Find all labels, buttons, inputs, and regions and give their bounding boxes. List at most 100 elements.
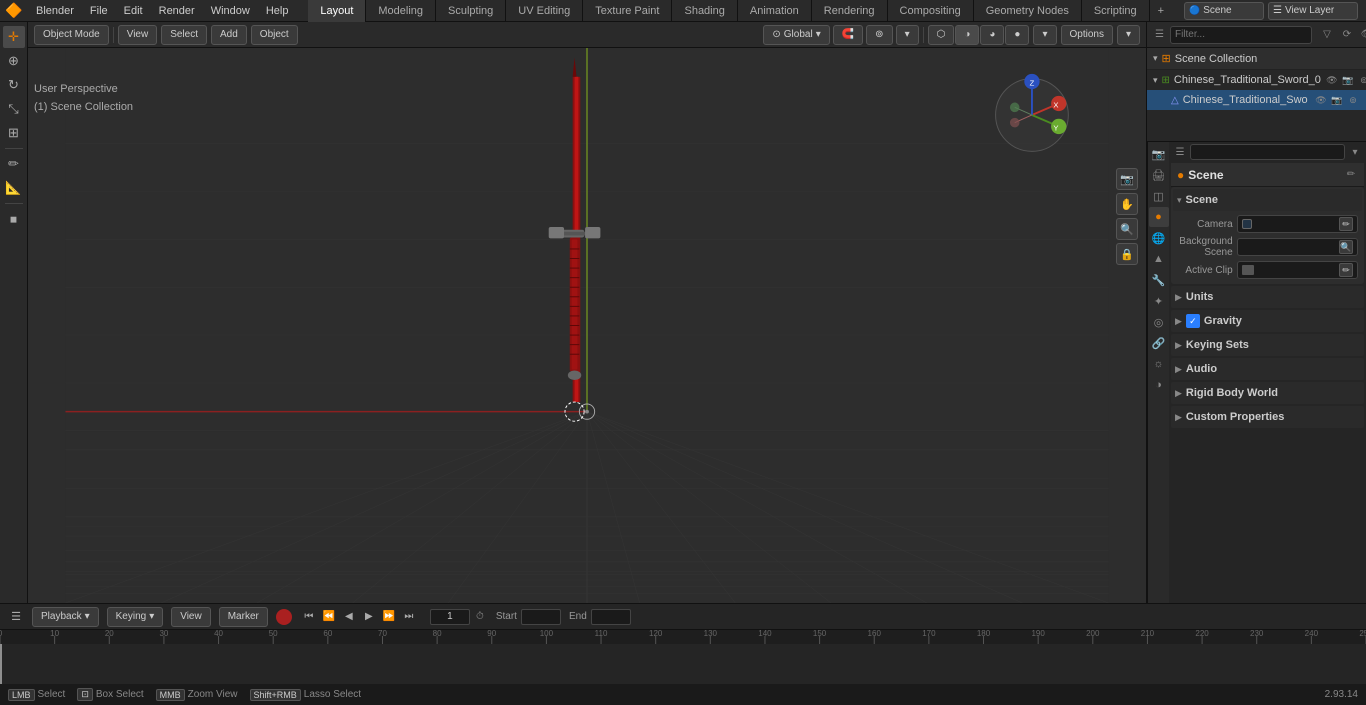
tool-add-cube[interactable]: ◼ bbox=[3, 208, 25, 230]
outliner-sync-btn[interactable]: ⟳ bbox=[1338, 26, 1356, 44]
rigid-body-header[interactable]: ▶ Rigid Body World bbox=[1171, 382, 1364, 404]
options-arrow-button[interactable]: ▾ bbox=[1117, 25, 1140, 45]
eye-btn-1[interactable]: 👁 bbox=[1314, 93, 1328, 107]
gravity-checkbox[interactable]: ✓ bbox=[1186, 314, 1200, 328]
solid-shading-button[interactable]: ◑ bbox=[955, 25, 979, 45]
view-layer-selector[interactable]: ☰ View Layer bbox=[1268, 2, 1358, 20]
props-nav-material[interactable]: ◑ bbox=[1149, 375, 1169, 395]
scene-collection-root[interactable]: ▾ ⊞ Scene Collection bbox=[1147, 48, 1366, 70]
scene-selector[interactable]: 🔵 Scene bbox=[1184, 2, 1264, 20]
tool-transform[interactable]: ⊞ bbox=[3, 122, 25, 144]
tool-rotate[interactable]: ↻ bbox=[3, 74, 25, 96]
tab-animation[interactable]: Animation bbox=[738, 0, 812, 24]
props-nav-render[interactable]: 📷 bbox=[1149, 144, 1169, 164]
menu-file[interactable]: File bbox=[82, 0, 116, 22]
tab-texture-paint[interactable]: Texture Paint bbox=[583, 0, 672, 24]
custom-props-header[interactable]: ▶ Custom Properties bbox=[1171, 406, 1364, 428]
menu-help[interactable]: Help bbox=[258, 0, 297, 22]
marker-btn[interactable]: Marker bbox=[219, 607, 268, 627]
background-scene-search-btn[interactable]: 🔍 bbox=[1339, 240, 1353, 254]
tab-modeling[interactable]: Modeling bbox=[366, 0, 436, 24]
play-btn[interactable]: ▶ bbox=[360, 608, 378, 626]
camera-edit-btn[interactable]: ✏ bbox=[1339, 217, 1353, 231]
outliner-item-sword-mesh[interactable]: △ Chinese_Traditional_Swo 👁 📷 ⊚ bbox=[1147, 90, 1366, 110]
shading-options-button[interactable]: ▾ bbox=[1033, 25, 1056, 45]
outliner-search[interactable] bbox=[1170, 26, 1312, 44]
add-menu-button[interactable]: Add bbox=[211, 25, 247, 45]
render-btn-0[interactable]: ⊚ bbox=[1357, 73, 1366, 87]
background-scene-value[interactable]: 🔍 bbox=[1237, 238, 1358, 256]
timeline-menu-btn[interactable]: ☰ bbox=[8, 609, 24, 625]
tab-uv-editing[interactable]: UV Editing bbox=[506, 0, 583, 24]
props-nav-modifiers[interactable]: 🔧 bbox=[1149, 270, 1169, 290]
tool-measure[interactable]: 📐 bbox=[3, 177, 25, 199]
transform-pivot-button[interactable]: ⊙ Global ▾ bbox=[763, 25, 829, 45]
viewport-camera-btn[interactable]: 📷 bbox=[1116, 168, 1138, 190]
props-options-icon[interactable]: ▾ bbox=[1348, 145, 1362, 159]
play-back-btn[interactable]: ◀ bbox=[340, 608, 358, 626]
keying-btn[interactable]: Keying▾ bbox=[107, 607, 164, 627]
tab-scripting[interactable]: Scripting bbox=[1082, 0, 1150, 24]
viewport-lock-btn[interactable]: 🔒 bbox=[1116, 243, 1138, 265]
scene-section-header[interactable]: ● Scene ✏ bbox=[1171, 163, 1364, 187]
proportional-edit-type[interactable]: ▾ bbox=[896, 25, 919, 45]
units-section-header[interactable]: ▶ Units bbox=[1171, 286, 1364, 308]
object-menu-button[interactable]: Object bbox=[251, 25, 298, 45]
menu-window[interactable]: Window bbox=[203, 0, 258, 22]
start-frame-input[interactable]: 1 bbox=[521, 609, 561, 625]
jump-end-btn[interactable]: ⏭ bbox=[400, 608, 418, 626]
camera-btn-1[interactable]: 📷 bbox=[1330, 93, 1344, 107]
timeline-track[interactable] bbox=[0, 644, 1366, 684]
outliner-filter-btn[interactable]: ▽ bbox=[1318, 26, 1336, 44]
tool-annotate[interactable]: ✏ bbox=[3, 153, 25, 175]
tab-shading[interactable]: Shading bbox=[672, 0, 737, 24]
props-nav-output[interactable]: 🖨 bbox=[1149, 165, 1169, 185]
wireframe-shading-button[interactable]: ⬡ bbox=[928, 25, 955, 45]
scene-subsection-header[interactable]: ▾ Scene bbox=[1173, 189, 1362, 211]
tool-move[interactable]: ⊕ bbox=[3, 50, 25, 72]
camera-value[interactable]: ✏ bbox=[1237, 215, 1358, 233]
viewport-canvas[interactable]: X Y Z User Perspecti bbox=[28, 48, 1146, 603]
viewport-3d[interactable]: Object Mode View Select Add Object ⊙ Glo… bbox=[28, 22, 1146, 603]
viewport-zoom-btn[interactable]: 🔍 bbox=[1116, 218, 1138, 240]
end-frame-input[interactable]: 250 bbox=[591, 609, 631, 625]
view-menu-button[interactable]: View bbox=[118, 25, 158, 45]
tab-sculpting[interactable]: Sculpting bbox=[436, 0, 506, 24]
select-menu-button[interactable]: Select bbox=[161, 25, 207, 45]
options-button[interactable]: Options bbox=[1061, 25, 1113, 45]
tool-cursor[interactable]: ✛ bbox=[3, 26, 25, 48]
object-mode-button[interactable]: Object Mode bbox=[34, 25, 109, 45]
props-nav-world[interactable]: 🌐 bbox=[1149, 228, 1169, 248]
active-clip-edit-btn[interactable]: ✏ bbox=[1339, 263, 1353, 277]
props-nav-object[interactable]: ▲ bbox=[1149, 249, 1169, 269]
keying-sets-header[interactable]: ▶ Keying Sets bbox=[1171, 334, 1364, 356]
outliner-hide-btn[interactable]: 👁 bbox=[1358, 26, 1366, 44]
gravity-section-header[interactable]: ▶ ✓ Gravity bbox=[1171, 310, 1364, 332]
tab-geometry-nodes[interactable]: Geometry Nodes bbox=[974, 0, 1082, 24]
props-nav-constraints[interactable]: 🔗 bbox=[1149, 333, 1169, 353]
camera-btn-0[interactable]: 📷 bbox=[1341, 73, 1355, 87]
jump-start-btn[interactable]: ⏮ bbox=[300, 608, 318, 626]
props-nav-particles[interactable]: ✦ bbox=[1149, 291, 1169, 311]
render-btn-1[interactable]: ⊚ bbox=[1346, 93, 1360, 107]
tab-rendering[interactable]: Rendering bbox=[812, 0, 888, 24]
active-clip-value[interactable]: ✏ bbox=[1237, 261, 1358, 279]
current-frame-input[interactable]: 1 bbox=[430, 609, 470, 625]
props-nav-physics[interactable]: ◎ bbox=[1149, 312, 1169, 332]
scene-edit-btn[interactable]: ✏ bbox=[1344, 168, 1358, 182]
menu-edit[interactable]: Edit bbox=[116, 0, 151, 22]
menu-render[interactable]: Render bbox=[151, 0, 203, 22]
props-nav-view-layer[interactable]: ◫ bbox=[1149, 186, 1169, 206]
proportional-edit-button[interactable]: ⊚ bbox=[866, 25, 892, 45]
menu-blender[interactable]: Blender bbox=[28, 0, 82, 22]
timeline-ruler[interactable]: // Ruler ticks will be drawn via JS belo… bbox=[0, 630, 1366, 644]
material-shading-button[interactable]: ◕ bbox=[980, 25, 1004, 45]
add-workspace-button[interactable]: + bbox=[1150, 5, 1172, 17]
outliner-item-sword-collection[interactable]: ▾ ⊞ Chinese_Traditional_Sword_0 👁 📷 ⊚ bbox=[1147, 70, 1366, 90]
tab-compositing[interactable]: Compositing bbox=[888, 0, 974, 24]
eye-btn-0[interactable]: 👁 bbox=[1325, 73, 1339, 87]
timeline-view-btn[interactable]: View bbox=[171, 607, 211, 627]
playback-btn[interactable]: Playback▾ bbox=[32, 607, 99, 627]
props-nav-scene[interactable]: ● bbox=[1149, 207, 1169, 227]
audio-section-header[interactable]: ▶ Audio bbox=[1171, 358, 1364, 380]
